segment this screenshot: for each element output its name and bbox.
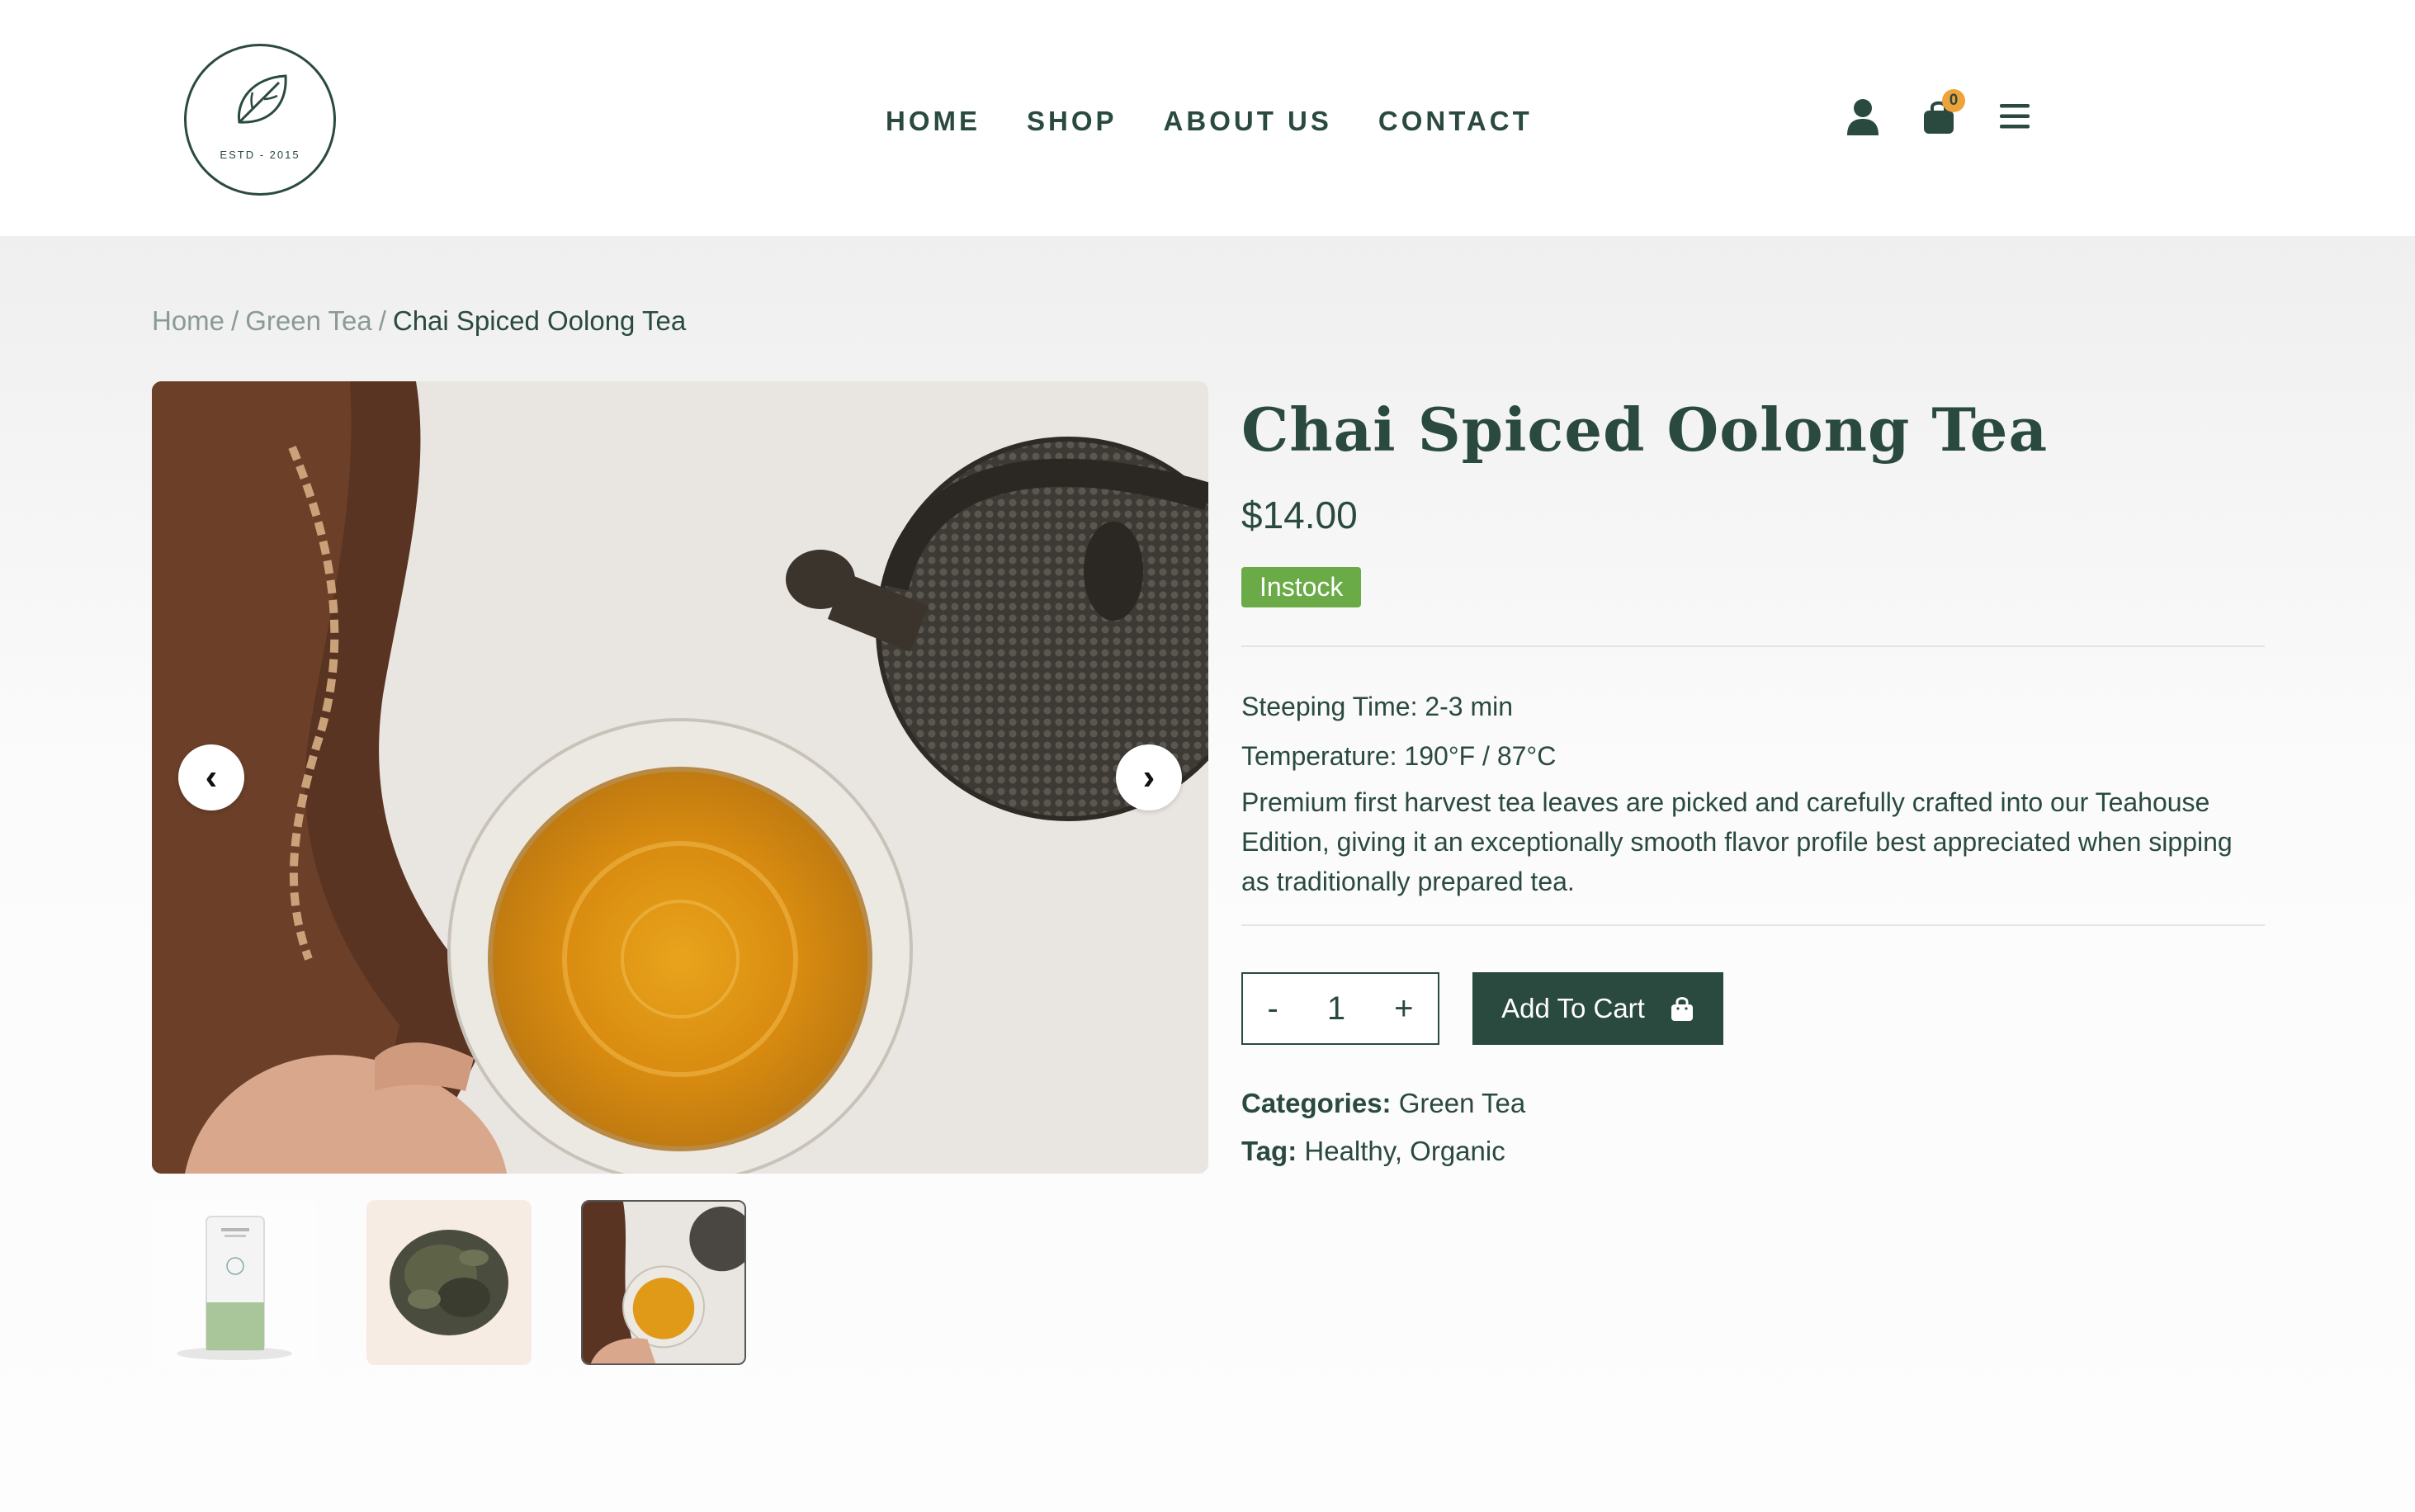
product-tags: Tag: Healthy, Organic: [1241, 1136, 2265, 1167]
cart-count-badge: 0: [1942, 89, 1965, 112]
thumbnail-loose-leaf-tea[interactable]: [366, 1200, 532, 1365]
user-icon[interactable]: [1845, 97, 1881, 135]
site-header: ESTD - 2015 HOME SHOP ABOUT US CONTACT 0: [0, 0, 2415, 236]
breadcrumb-separator: /: [231, 305, 239, 336]
product-description: Premium first harvest tea leaves are pic…: [1241, 787, 2233, 896]
thumbnail-tea-canister[interactable]: [152, 1200, 317, 1365]
logo-text: ESTD - 2015: [220, 149, 300, 161]
nav-contact[interactable]: CONTACT: [1378, 106, 1533, 137]
stock-badge: Instock: [1241, 567, 1362, 607]
gallery-prev-button[interactable]: ‹: [178, 744, 244, 810]
product-title: Chai Spiced Oolong Tea: [1241, 395, 2049, 465]
product-info: Chai Spiced Oolong Tea $14.00 Instock St…: [1241, 395, 2265, 1167]
quantity-decrease-button[interactable]: -: [1268, 990, 1278, 1028]
breadcrumb-home[interactable]: Home: [152, 305, 224, 336]
thumbnail-strip: [152, 1200, 746, 1365]
tag-value[interactable]: Healthy, Organic: [1304, 1136, 1505, 1166]
nav-shop[interactable]: SHOP: [1027, 106, 1118, 137]
breadcrumb-category[interactable]: Green Tea: [245, 305, 372, 336]
header-icons: 0: [1845, 89, 2033, 135]
teapot-and-cup-image: [583, 1202, 744, 1363]
chevron-right-icon: ›: [1142, 757, 1156, 797]
quantity-increase-button[interactable]: +: [1394, 990, 1413, 1028]
product-price: $14.00: [1241, 494, 1358, 536]
menu-icon[interactable]: [1997, 97, 2033, 135]
purchase-controls: - 1 + Add To Cart: [1241, 972, 2265, 1045]
product-page: Home / Green Tea / Chai Spiced Oolong Tea: [0, 236, 2415, 1512]
main-nav: HOME SHOP ABOUT US CONTACT: [886, 106, 1533, 137]
site-logo[interactable]: ESTD - 2015: [184, 44, 336, 196]
product-main-image: ‹ ›: [152, 381, 1208, 1174]
nav-about-us[interactable]: ABOUT US: [1164, 106, 1332, 137]
add-to-cart-button[interactable]: Add To Cart: [1472, 972, 1723, 1045]
teapot-and-tea-photo: [152, 381, 1208, 1174]
tea-canister-image: [177, 1216, 292, 1360]
divider: [1241, 645, 2265, 647]
divider: [1241, 924, 2265, 926]
leaf-logo-icon: [238, 74, 287, 124]
gallery-next-button[interactable]: ›: [1116, 744, 1182, 810]
steeping-time: Steeping Time: 2-3 min: [1241, 692, 1514, 721]
quantity-stepper: - 1 +: [1241, 972, 1439, 1045]
shopping-bag-icon: [1671, 997, 1693, 1021]
add-to-cart-label: Add To Cart: [1501, 993, 1645, 1023]
categories-label: Categories:: [1241, 1088, 1392, 1118]
loose-leaf-tea-image: [390, 1230, 508, 1335]
nav-home[interactable]: HOME: [886, 106, 981, 137]
breadcrumb: Home / Green Tea / Chai Spiced Oolong Tea: [152, 305, 686, 337]
quantity-input[interactable]: 1: [1327, 990, 1345, 1028]
temperature: Temperature: 190°F / 87°C: [1241, 741, 1557, 771]
cart-icon[interactable]: 0: [1921, 89, 1965, 135]
thumbnail-teapot-and-cup[interactable]: [581, 1200, 746, 1365]
product-categories: Categories: Green Tea: [1241, 1088, 2265, 1119]
breadcrumb-separator: /: [378, 305, 386, 336]
categories-value[interactable]: Green Tea: [1399, 1088, 1526, 1118]
breadcrumb-current: Chai Spiced Oolong Tea: [392, 305, 687, 336]
chevron-left-icon: ‹: [205, 757, 218, 797]
tag-label: Tag:: [1241, 1136, 1297, 1166]
